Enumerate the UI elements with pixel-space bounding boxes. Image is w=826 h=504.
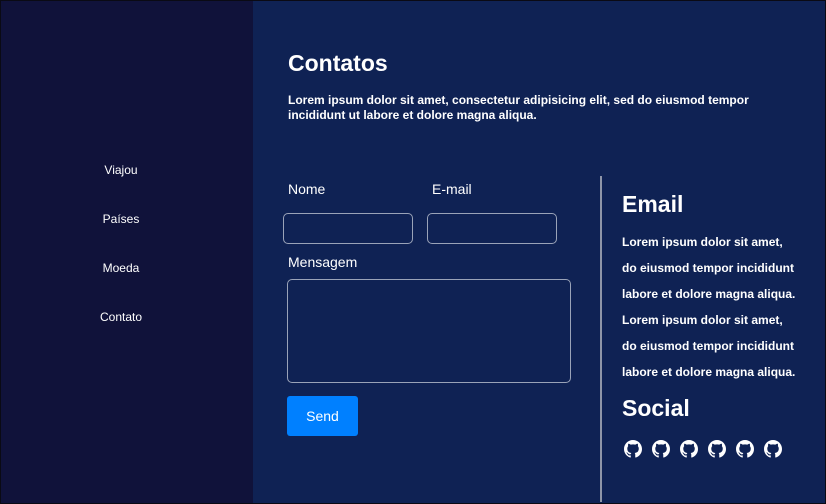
- nav-item-moeda[interactable]: Moeda: [1, 261, 241, 275]
- nav-item-viajou[interactable]: Viajou: [1, 163, 241, 177]
- message-label: Mensagem: [288, 254, 358, 270]
- email-label: E-mail: [432, 181, 472, 197]
- email-line: labore et dolore magna aliqua.: [622, 365, 796, 379]
- name-label: Nome: [288, 181, 326, 197]
- sidebar: Viajou Países Moeda Contato: [1, 1, 253, 503]
- github-icon[interactable]: [708, 440, 726, 458]
- vertical-divider: [600, 176, 602, 502]
- github-icon[interactable]: [652, 440, 670, 458]
- github-icon[interactable]: [680, 440, 698, 458]
- main-content: Contatos Lorem ipsum dolor sit amet, con…: [253, 1, 825, 503]
- email-info: Lorem ipsum dolor sit amet, do eiusmod t…: [622, 230, 822, 386]
- email-line: do eiusmod tempor incididunt: [622, 339, 794, 353]
- nav-item-contato[interactable]: Contato: [1, 310, 241, 324]
- name-input[interactable]: [283, 213, 413, 244]
- email-heading: Email: [622, 191, 684, 217]
- email-line: labore et dolore magna aliqua.: [622, 287, 796, 301]
- email-input[interactable]: [427, 213, 557, 244]
- social-heading: Social: [622, 395, 690, 421]
- intro-text: Lorem ipsum dolor sit amet, consectetur …: [288, 93, 749, 122]
- nav-item-paises[interactable]: Países: [1, 212, 241, 226]
- message-textarea[interactable]: [287, 279, 571, 383]
- page-title: Contatos: [288, 50, 388, 76]
- social-links: [624, 440, 824, 458]
- github-icon[interactable]: [624, 440, 642, 458]
- github-icon[interactable]: [736, 440, 754, 458]
- send-button[interactable]: Send: [287, 396, 358, 436]
- email-line: Lorem ipsum dolor sit amet,: [622, 313, 783, 327]
- email-line: do eiusmod tempor incididunt: [622, 261, 794, 275]
- page: Viajou Países Moeda Contato Contatos Lor…: [0, 0, 826, 504]
- github-icon[interactable]: [764, 440, 782, 458]
- email-line: Lorem ipsum dolor sit amet,: [622, 235, 783, 249]
